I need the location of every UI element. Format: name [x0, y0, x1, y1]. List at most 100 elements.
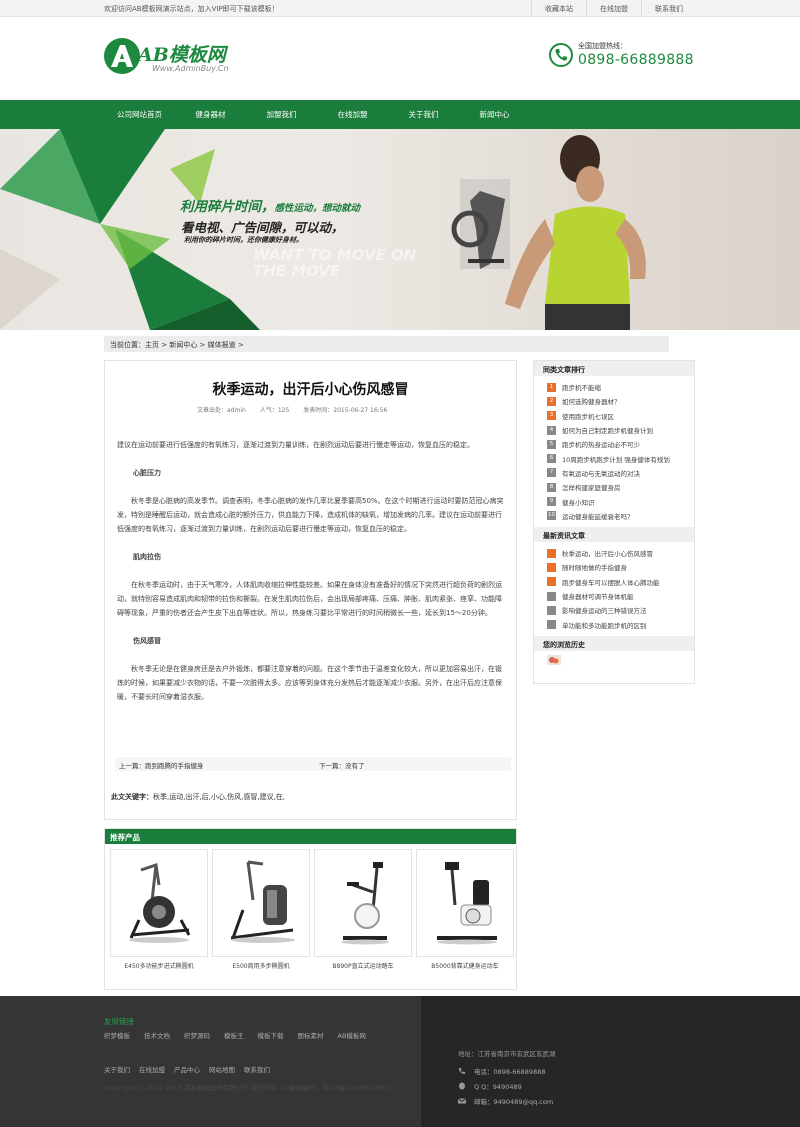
hotline-label: 全国加盟热线：: [578, 42, 627, 50]
news-heading: 最新资讯文章: [534, 526, 694, 542]
history-list: [534, 651, 694, 671]
contact-qq-text: Q Q：9490489: [474, 1082, 522, 1091]
footer-nav-link[interactable]: 在线加盟: [139, 1064, 165, 1074]
article-panel: 秋季运动，出汗后小心伤风感冒 文章出处：admin 人气：125 发表时间：20…: [104, 360, 517, 820]
list-item[interactable]: 跑步健身车可以摆脱人体心肺功能: [547, 575, 694, 589]
contact-email-text[interactable]: 邮箱：9490489@qq.com: [474, 1096, 553, 1106]
product-image[interactable]: [110, 849, 208, 957]
news-item-label: 跑步健身车可以摆脱人体心肺功能: [562, 578, 660, 587]
friend-link[interactable]: 模板下载: [258, 1030, 284, 1040]
nav-news[interactable]: 新闻中心: [459, 100, 530, 129]
article-body: 建议在运动前要进行低强度的有氧练习，逐渐过渡到力量训练，在剧烈运动后要进行慢走等…: [117, 438, 507, 718]
list-item[interactable]: 6 10周跑步机跑步计划 强身健体有规划: [547, 451, 694, 465]
list-item[interactable]: 影响健身运动的三种错误方法: [547, 603, 694, 617]
list-item[interactable]: 9 健身小知识: [547, 494, 694, 508]
rank-item-label: 如何选购健身器材？: [562, 398, 621, 407]
nav-home[interactable]: 公司网站首页: [104, 100, 175, 129]
product-image[interactable]: [212, 849, 310, 957]
section-heading: 伤风感冒: [133, 637, 161, 645]
tags-list[interactable]: 秋季,运动,出汗,后,小心,伤风,感冒,建议,在,: [153, 793, 285, 801]
list-item[interactable]: 8 怎样构建家庭健身房: [547, 480, 694, 494]
list-item[interactable]: 1 跑步机不能缩: [547, 380, 694, 394]
list-item[interactable]: 单功能和多功能跑步机的区别: [547, 617, 694, 631]
article-paragraph: 秋冬季是心脏病的高发季节。调查表明，冬季心脏病的发作几率比夏季要高50%。在这个…: [117, 497, 504, 533]
product-name[interactable]: B5000背靠式健身运动车: [416, 961, 514, 970]
rank-number: 9: [547, 497, 556, 507]
banner-ghost-text: WANT TO MOVE ON THE MOVE: [253, 247, 416, 279]
contact-tel-text: 电话：0898-66889888: [474, 1067, 546, 1076]
friend-link[interactable]: 图标素材: [298, 1030, 324, 1040]
contact-tel: 电话：0898-66889888: [458, 1063, 553, 1078]
bullet-icon: [547, 562, 556, 572]
footer-nav-link[interactable]: 网站地图: [209, 1064, 235, 1074]
rank-number: 4: [547, 425, 556, 435]
rank-number: 6: [547, 454, 556, 464]
list-item[interactable]: 4 如何为自己制定跑步机健身计划: [547, 423, 694, 437]
product-card[interactable]: B890P直立式运动踏车: [314, 849, 412, 970]
rank-item-label: 10周跑步机跑步计划 强身健体有规划: [562, 455, 670, 464]
list-item[interactable]: 7 有氧运动与无氧运动的对决: [547, 466, 694, 480]
rank-list: 1 跑步机不能缩 2 如何选购健身器材？ 3 使用跑步机七误区 4 如何为自己制定跑步机…: [534, 376, 694, 527]
list-item[interactable]: 随时随地做的手指健身: [547, 560, 694, 574]
friend-link[interactable]: AB模板网: [338, 1030, 366, 1040]
breadcrumb-text[interactable]: 当前位置：主页 > 新闻中心 > 媒体报道 >: [110, 340, 244, 350]
copyright: Copyright © 2002-2015 某某健身器材有限公司 版权所有 IC…: [104, 1084, 392, 1092]
history-thumbnail-icon[interactable]: [547, 654, 561, 665]
list-item[interactable]: 5 跑步机的热身运动必不可少: [547, 437, 694, 451]
next-article-link[interactable]: 下一篇：没有了: [319, 760, 365, 770]
footer-nav-link[interactable]: 产品中心: [174, 1064, 200, 1074]
news-item-label: 随时随地做的手指健身: [562, 564, 627, 573]
list-item[interactable]: 3 使用跑步机七误区: [547, 409, 694, 423]
friend-link[interactable]: 技术文档: [144, 1030, 170, 1040]
footer-nav-link[interactable]: 关于我们: [104, 1064, 130, 1074]
banner-tagline: 利用你的碎片时间，还你健康好身材。: [184, 236, 303, 244]
banner-headline-b: 感性运动，想动就动: [274, 203, 361, 214]
nav-online-join[interactable]: 在线加盟: [317, 100, 388, 129]
recommend-heading: 推荐产品: [105, 829, 516, 844]
rank-number: 10: [547, 511, 556, 521]
site-logo[interactable]: AB模板网 Www.AdminBuy.Cn: [104, 38, 254, 76]
friend-link[interactable]: 织梦模板: [104, 1030, 130, 1040]
product-image[interactable]: [416, 849, 514, 957]
rank-item-label: 跑步机不能缩: [562, 384, 601, 393]
bullet-icon: [547, 605, 556, 615]
rank-item-label: 有氧运动与无氧运动的对决: [562, 469, 640, 478]
hotline: 全国加盟热线： 0898-66889888: [549, 41, 709, 71]
product-name[interactable]: E450多功能步进式椭圆机: [110, 961, 208, 970]
hero-banner[interactable]: 利用碎片时间，感性运动，想动就动 看电视、广告间隙，可以动， 利用你的碎片时间，…: [0, 129, 800, 330]
article-intro: 建议在运动前要进行低强度的有氧练习，逐渐过渡到力量训练，在剧烈运动后要进行慢走等…: [117, 441, 474, 449]
bullet-icon: [547, 577, 556, 587]
news-item-label: 秋季运动，出汗后小心伤风感冒: [562, 550, 653, 559]
footer-nav-link[interactable]: 联系我们: [244, 1064, 270, 1074]
product-image[interactable]: [314, 849, 412, 957]
nav-about[interactable]: 关于我们: [388, 100, 459, 129]
bookmark-link[interactable]: 收藏本站: [531, 0, 586, 17]
nav-join-us[interactable]: 加盟我们: [246, 100, 317, 129]
list-item[interactable]: 2 如何选购健身器材？: [547, 394, 694, 408]
product-card[interactable]: E450多功能步进式椭圆机: [110, 849, 208, 970]
join-link[interactable]: 在线加盟: [586, 0, 641, 17]
sidebar: 同类文章排行 1 跑步机不能缩 2 如何选购健身器材？ 3 使用跑步机七误区 4 如何为…: [533, 360, 695, 684]
prev-next-bar: 上一篇：跑到跑腾的手指健身 下一篇：没有了: [115, 757, 511, 771]
footer: 友情链接 织梦模板 技术文档 织梦源码 模板王 模板下载 图标素材 AB模板网 …: [0, 996, 800, 1127]
product-card[interactable]: E500商用多步椭圆机: [212, 849, 310, 970]
top-links: 收藏本站 在线加盟 联系我们: [531, 0, 696, 17]
rank-item-label: 运动健身能延缓衰老吗？: [562, 512, 634, 521]
friend-link[interactable]: 织梦源码: [184, 1030, 210, 1040]
welcome-text: 欢迎访问AB模板网演示站点，加入VIP即可下载该模板！: [104, 5, 279, 13]
contact-link[interactable]: 联系我们: [641, 0, 696, 17]
banner-subheadline: 看电视、广告间隙，可以动，: [181, 220, 344, 235]
product-name[interactable]: E500商用多步椭圆机: [212, 961, 310, 970]
rank-number: 8: [547, 482, 556, 492]
nav-fitness-equipment[interactable]: 健身器材: [175, 100, 246, 129]
list-item[interactable]: 秋季运动，出汗后小心伤风感冒: [547, 546, 694, 560]
product-name[interactable]: B890P直立式运动踏车: [314, 961, 412, 970]
friend-link[interactable]: 模板王: [224, 1030, 244, 1040]
product-card[interactable]: B5000背靠式健身运动车: [416, 849, 514, 970]
top-bar: 欢迎访问AB模板网演示站点，加入VIP即可下载该模板！ 收藏本站 在线加盟 联系…: [0, 0, 800, 17]
prev-article-link[interactable]: 上一篇：跑到跑腾的手指健身: [119, 760, 204, 770]
list-item[interactable]: 健身器材可调节身体机能: [547, 589, 694, 603]
list-item[interactable]: 10 运动健身能延缓衰老吗？: [547, 509, 694, 523]
rank-number: 2: [547, 396, 556, 406]
rank-heading: 同类文章排行: [534, 361, 694, 376]
